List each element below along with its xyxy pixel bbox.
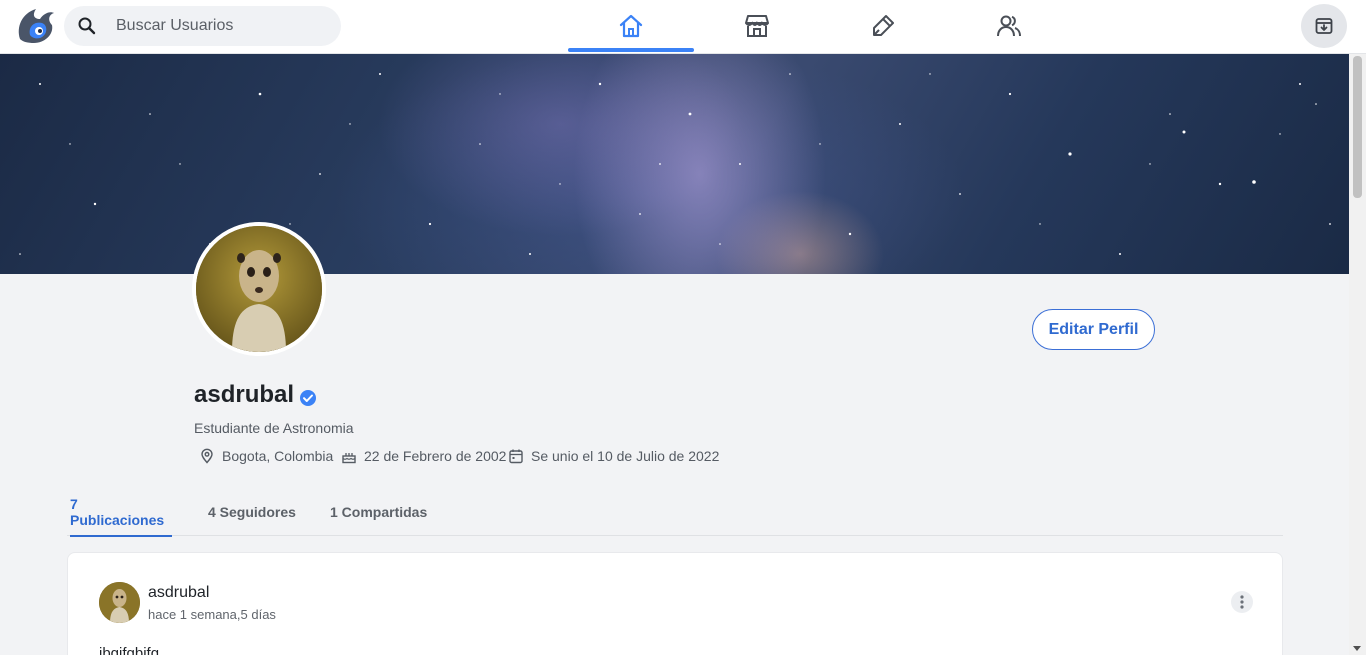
meerkat-photo xyxy=(196,226,322,352)
meerkat-photo xyxy=(99,582,140,623)
post-options-button[interactable] xyxy=(1231,591,1253,613)
more-vertical-icon xyxy=(1240,595,1244,609)
profile-username: asdrubal xyxy=(194,381,295,408)
archive-icon xyxy=(1315,18,1333,34)
pen-icon xyxy=(873,15,894,36)
edit-profile-button[interactable]: Editar Perfil xyxy=(1032,309,1155,350)
page-scrollbar[interactable] xyxy=(1349,54,1366,655)
archive-button[interactable] xyxy=(1301,4,1347,48)
nav-tab-home[interactable] xyxy=(568,0,694,52)
birthday-text: 22 de Febrero de 2002 xyxy=(364,448,507,464)
cover-image xyxy=(0,54,1349,274)
profile-birthday: 22 de Febrero de 2002 xyxy=(341,448,506,464)
users-icon xyxy=(997,15,1021,37)
post-author-name[interactable]: asdrubal xyxy=(148,584,209,602)
search-bar xyxy=(64,6,341,46)
top-navbar xyxy=(0,0,1366,54)
post-author-avatar[interactable] xyxy=(99,582,140,623)
scrollbar-thumb[interactable] xyxy=(1353,56,1362,198)
milky-way-stars xyxy=(19,73,1331,255)
tab-label: 4 Seguidores xyxy=(208,504,296,520)
tab-seguidores[interactable]: 4 Seguidores xyxy=(208,488,296,536)
search-icon[interactable] xyxy=(77,16,97,36)
store-icon xyxy=(745,15,769,37)
tab-compartidas[interactable]: 1 Compartidas xyxy=(330,488,427,536)
tab-publicaciones[interactable]: 7 Publicaciones xyxy=(70,488,172,537)
nav-tab-friends[interactable] xyxy=(946,0,1072,52)
profile-bio: Estudiante de Astronomia xyxy=(194,420,354,436)
tab-label: 1 Compartidas xyxy=(330,504,428,520)
post-timestamp: hace 1 semana,5 días xyxy=(148,607,276,622)
cake-icon xyxy=(342,453,356,464)
nav-tab-store[interactable] xyxy=(694,0,820,52)
search-input[interactable] xyxy=(116,6,331,46)
calendar-icon xyxy=(509,449,523,464)
scroll-down-arrow-icon[interactable] xyxy=(1353,646,1361,651)
profile-location: Bogota, Colombia xyxy=(199,448,333,464)
verified-badge-icon xyxy=(300,390,316,406)
post-text: ibgifgbifg xyxy=(99,645,160,655)
joined-text: Se unio el 10 de Julio de 2022 xyxy=(531,448,720,464)
location-text: Bogota, Colombia xyxy=(222,448,334,464)
nav-tab-create[interactable] xyxy=(820,0,946,52)
profile-tabs: 7 Publicaciones 4 Seguidores 1 Compartid… xyxy=(67,488,1283,537)
profile-avatar[interactable] xyxy=(192,222,326,356)
dragon-logo-icon[interactable] xyxy=(14,5,58,47)
location-pin-icon xyxy=(201,448,213,464)
home-icon xyxy=(619,14,643,38)
post-card: asdrubal hace 1 semana,5 días ibgifgbifg xyxy=(67,552,1283,655)
profile-joined: Se unio el 10 de Julio de 2022 xyxy=(508,448,719,464)
tab-label: 7 Publicaciones xyxy=(70,496,165,528)
